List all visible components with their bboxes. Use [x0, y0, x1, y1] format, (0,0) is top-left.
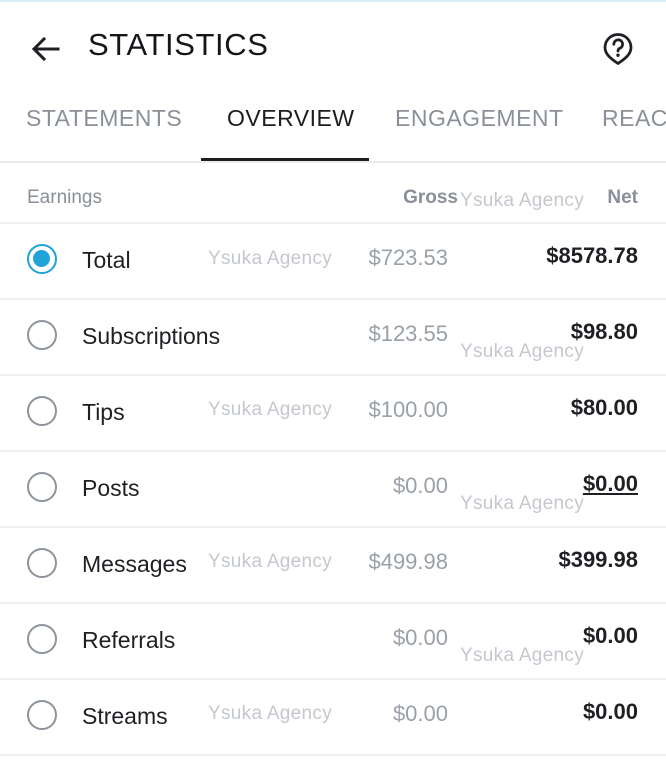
gross-value: $123.55	[368, 321, 448, 346]
radio-messages[interactable]	[27, 548, 57, 578]
row-label: Subscriptions	[82, 323, 221, 349]
earnings-row-total[interactable]: Total $723.53 $8578.78	[0, 224, 666, 300]
row-label: Tips	[82, 399, 125, 425]
arrow-left-icon	[31, 36, 60, 62]
earnings-row-referrals[interactable]: Referrals $0.00 $0.00	[0, 604, 666, 680]
net-value: $8578.78	[546, 243, 638, 268]
gross-value: $499.98	[368, 549, 448, 574]
radio-posts[interactable]	[27, 472, 57, 502]
radio-tips[interactable]	[27, 396, 57, 426]
tab-engagement[interactable]: ENGAGEMENT	[395, 105, 564, 132]
net-value-link[interactable]: $0.00	[583, 471, 638, 497]
tab-reach[interactable]: REACH	[602, 105, 666, 132]
net-value: $80.00	[570, 395, 638, 420]
back-button[interactable]	[24, 28, 68, 72]
radio-referrals[interactable]	[27, 624, 57, 654]
tab-bar: STATEMENTS OVERVIEW ENGAGEMENT REACH	[0, 90, 666, 162]
net-value: $399.98	[558, 547, 638, 572]
page-title: STATISTICS	[88, 27, 269, 62]
earnings-column-label: Earnings	[27, 187, 102, 208]
earnings-row-messages[interactable]: Messages $499.98 $399.98	[0, 528, 666, 604]
earnings-row-streams[interactable]: Streams $0.00 $0.00	[0, 680, 666, 756]
tab-statements[interactable]: STATEMENTS	[26, 105, 182, 132]
net-value: $0.00	[582, 623, 638, 648]
gross-value: $100.00	[368, 397, 448, 422]
row-label: Messages	[82, 551, 187, 577]
row-label: Posts	[82, 475, 140, 501]
net-column-label: Net	[607, 187, 638, 208]
tab-overview[interactable]: OVERVIEW	[227, 105, 355, 132]
gross-value: $0.00	[392, 625, 448, 650]
gross-value: $0.00	[392, 701, 448, 726]
radio-subscriptions[interactable]	[27, 320, 57, 350]
app-header: STATISTICS	[0, 2, 666, 90]
row-label: Total	[82, 247, 131, 273]
net-value: $0.00	[582, 699, 638, 724]
earnings-row-subscriptions[interactable]: Subscriptions $123.55 $98.80	[0, 300, 666, 376]
tab-bar-divider	[0, 161, 666, 163]
row-label: Streams	[82, 703, 168, 729]
earnings-row-posts[interactable]: Posts $0.00 $0.00	[0, 452, 666, 528]
gross-value: $723.53	[368, 245, 448, 270]
gross-value: $0.00	[392, 473, 448, 498]
row-label: Referrals	[82, 627, 176, 653]
earnings-column-header: Earnings Gross Net	[0, 178, 666, 224]
question-circle-icon	[603, 33, 633, 65]
help-button[interactable]	[596, 28, 640, 72]
radio-total[interactable]	[27, 244, 57, 274]
earnings-row-tips[interactable]: Tips $100.00 $80.00	[0, 376, 666, 452]
gross-column-label: Gross	[403, 187, 458, 208]
net-value: $98.80	[570, 319, 638, 344]
radio-streams[interactable]	[27, 700, 57, 730]
